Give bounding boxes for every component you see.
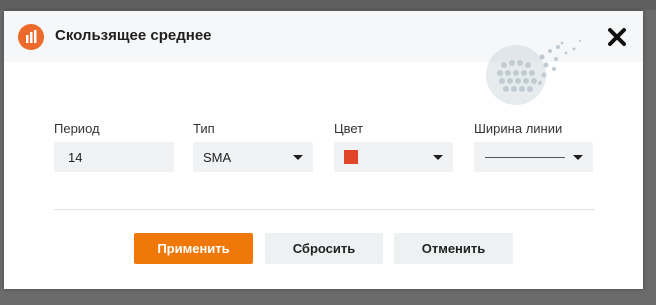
line-width-sample: [485, 157, 565, 158]
watermark-globe-icon: [486, 40, 581, 105]
color-label: Цвет: [334, 121, 364, 136]
period-input[interactable]: 14: [54, 142, 174, 172]
color-select[interactable]: [334, 142, 453, 172]
type-value: SMA: [203, 150, 232, 165]
chevron-down-icon: [573, 155, 583, 160]
period-label: Период: [54, 121, 100, 136]
apply-button[interactable]: Применить: [134, 233, 253, 264]
type-select[interactable]: SMA: [193, 142, 313, 172]
line-width-select[interactable]: [474, 142, 593, 172]
background-strip: [0, 0, 656, 10]
cancel-button[interactable]: Отменить: [394, 233, 513, 264]
period-value: 14: [68, 150, 83, 165]
chart-bars-icon: [18, 24, 44, 50]
divider: [54, 209, 595, 210]
line-width-label: Ширина линии: [474, 121, 563, 136]
chevron-down-icon: [433, 155, 443, 160]
dialog-title: Скользящее среднее: [55, 27, 212, 44]
chevron-down-icon: [293, 155, 303, 160]
reset-button[interactable]: Сбросить: [265, 233, 383, 264]
moving-average-dialog: Скользящее среднее Период 14 Тип SMA Цве…: [4, 11, 643, 289]
color-swatch: [344, 150, 358, 164]
type-label: Тип: [193, 121, 215, 136]
close-icon[interactable]: [605, 25, 629, 49]
